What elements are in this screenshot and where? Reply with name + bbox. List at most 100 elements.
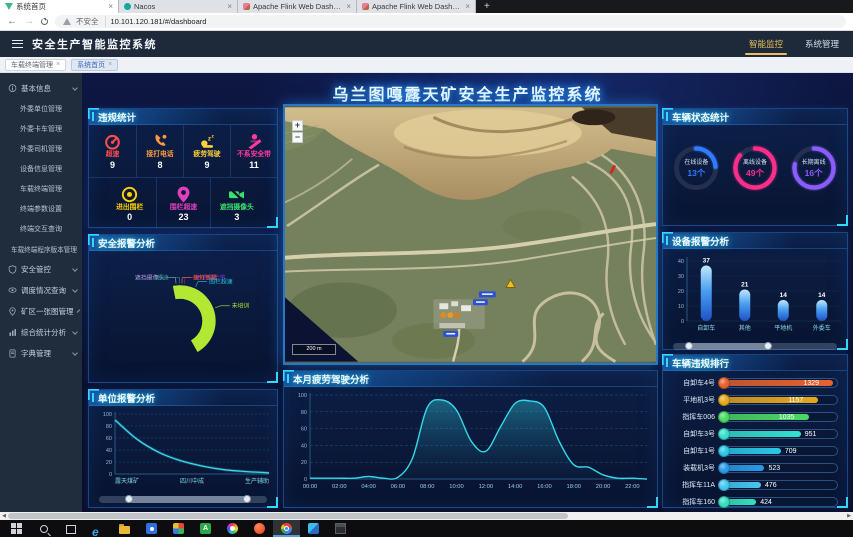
violation-value: 11 bbox=[249, 160, 259, 170]
header-menu-item[interactable]: 系统管理 bbox=[803, 32, 841, 56]
tab-close-icon[interactable]: × bbox=[56, 61, 60, 68]
flink-favicon bbox=[362, 3, 369, 10]
taskbar-search-button[interactable] bbox=[30, 520, 57, 537]
taskbar-ie-button[interactable] bbox=[84, 520, 111, 537]
browser-tab[interactable]: 系统首页× bbox=[0, 0, 119, 13]
violation-label: 不系安全带 bbox=[237, 151, 271, 159]
ranking-row: 装载机3号523 bbox=[663, 459, 847, 476]
tab-close-icon[interactable]: × bbox=[227, 2, 232, 11]
violation-value: 8 bbox=[157, 160, 162, 170]
sidebar-item-外委司机管理[interactable]: 外委司机管理 bbox=[0, 139, 82, 159]
sidebar-section-调度情况查询[interactable]: 调度情况查询 bbox=[0, 280, 82, 301]
sidebar-section-字典管理[interactable]: 字典管理 bbox=[0, 343, 82, 364]
ranking-row: 自卸车4号1329 bbox=[663, 374, 847, 391]
svg-text:露天煤矿: 露天煤矿 bbox=[115, 477, 139, 485]
ranking-bar-dot bbox=[718, 479, 730, 491]
svg-text:02:00: 02:00 bbox=[332, 484, 347, 490]
browser-tabstrip: 系统首页×Nacos×Apache Flink Web Dashboard×Ap… bbox=[0, 0, 853, 13]
dashboard: 乌兰图嘎露天矿安全生产监控系统 违规统计 超速9接打电话8zz疲劳驾驶9不系安全… bbox=[82, 73, 853, 512]
sidebar-section-矿区一张图管理[interactable]: 矿区一张图管理 bbox=[0, 301, 82, 322]
taskbar-app-pinwheel-button[interactable] bbox=[165, 520, 192, 537]
violation-label: 进出围栏 bbox=[116, 204, 143, 212]
taskbar-terminal-button[interactable] bbox=[327, 520, 354, 537]
workspace-tab-label: 车载终端管理 bbox=[11, 60, 53, 70]
unit-datazoom-slider[interactable] bbox=[99, 496, 267, 503]
safety-donut-chart: 遮挡摄像头不系安全带超速接打手机疲劳驾驶围栏超速未培训 bbox=[89, 251, 277, 387]
scrollbar-thumb[interactable] bbox=[8, 513, 568, 519]
dashboard-title: 乌兰图嘎露天矿安全生产监控系统 bbox=[82, 81, 853, 105]
ranking-bar-dot bbox=[718, 411, 730, 423]
taskbar-app-vs-button[interactable] bbox=[300, 520, 327, 537]
violation-stat-疲劳驾驶: zz疲劳驾驶9 bbox=[183, 125, 230, 177]
reload-button[interactable] bbox=[41, 18, 48, 25]
header-menu-item[interactable]: 智能监控 bbox=[747, 32, 785, 56]
map-zoom-out-button[interactable]: − bbox=[292, 132, 303, 143]
taskbar-task-view-button[interactable] bbox=[57, 520, 84, 537]
taskbar-app-blue-button[interactable] bbox=[138, 520, 165, 537]
datazoom-handle[interactable] bbox=[243, 495, 251, 503]
svg-text:12:00: 12:00 bbox=[479, 484, 494, 490]
forward-button[interactable]: → bbox=[24, 17, 34, 27]
browser-tab[interactable]: Apache Flink Web Dashboard× bbox=[357, 0, 476, 13]
sidebar-section-基本信息[interactable]: 基本信息 bbox=[0, 78, 82, 99]
datazoom-handle[interactable] bbox=[764, 342, 772, 350]
browser-tabstrip-tabs: 系统首页×Nacos×Apache Flink Web Dashboard×Ap… bbox=[0, 0, 476, 13]
taskbar-app-photos-button[interactable] bbox=[219, 520, 246, 537]
taskbar-app-red-button[interactable] bbox=[246, 520, 273, 537]
hamburger-menu-icon[interactable] bbox=[12, 40, 23, 48]
ranking-bar-dot bbox=[718, 394, 730, 406]
ranking-bar-fill bbox=[720, 397, 818, 403]
sidebar-item-外委单位管理[interactable]: 外委单位管理 bbox=[0, 99, 82, 119]
security-label[interactable]: 不安全 bbox=[76, 16, 106, 27]
svg-text:100: 100 bbox=[103, 412, 112, 418]
panel-safety-title: 安全报警分析 bbox=[89, 235, 277, 251]
taskbar-app-green-button[interactable] bbox=[192, 520, 219, 537]
sidebar-section-安全管控[interactable]: 安全管控 bbox=[0, 259, 82, 280]
tab-close-icon[interactable]: × bbox=[346, 2, 351, 11]
sidebar-item-终端参数设置[interactable]: 终端参数设置 bbox=[0, 199, 82, 219]
svg-text:30: 30 bbox=[678, 274, 684, 280]
taskbar-start-button[interactable] bbox=[3, 520, 30, 537]
app-pinwheel-icon bbox=[173, 523, 184, 534]
taskbar-explorer-button[interactable] bbox=[111, 520, 138, 537]
scroll-left-arrow[interactable]: ◀ bbox=[0, 512, 8, 520]
taskbar-chrome-button[interactable] bbox=[273, 520, 300, 537]
browser-tab[interactable]: Nacos× bbox=[119, 0, 238, 13]
status-label: 离线设备 bbox=[743, 157, 767, 166]
ranking-bar-track: 1329 bbox=[719, 378, 838, 388]
sidebar-item-外委卡车管理[interactable]: 外委卡车管理 bbox=[0, 119, 82, 139]
sidebar-section-综合统计分析[interactable]: 综合统计分析 bbox=[0, 322, 82, 343]
workspace-tab[interactable]: 车载终端管理× bbox=[5, 59, 66, 71]
chevron-down-icon bbox=[72, 329, 78, 335]
tab-close-icon[interactable]: × bbox=[465, 2, 470, 11]
map-zoom-in-button[interactable]: + bbox=[292, 120, 303, 131]
new-tab-button[interactable]: + bbox=[476, 0, 498, 13]
status-ring-离线设备: 离线设备49个 bbox=[728, 141, 782, 195]
tab-close-icon[interactable]: × bbox=[108, 2, 113, 11]
sidebar-item-车载终端程序版本管理[interactable]: 车载终端程序版本管理 bbox=[0, 239, 82, 259]
sidebar-item-终端交互查询[interactable]: 终端交互查询 bbox=[0, 219, 82, 239]
workspace-tab[interactable]: 系统首页× bbox=[71, 59, 118, 71]
svg-text:20: 20 bbox=[106, 460, 112, 466]
svg-text:60: 60 bbox=[106, 436, 112, 442]
violation-label: 接打电话 bbox=[146, 151, 173, 159]
ranking-vehicle-name: 指挥车11A bbox=[668, 480, 715, 490]
status-ring-长期离线: 长期离线16个 bbox=[787, 141, 841, 195]
sidebar-item-设备信息管理[interactable]: 设备信息管理 bbox=[0, 159, 82, 179]
device-datazoom-slider[interactable] bbox=[673, 343, 837, 350]
ranking-value: 424 bbox=[760, 498, 772, 507]
status-value: 49个 bbox=[746, 167, 764, 179]
status-ring-text: 长期离线16个 bbox=[787, 141, 841, 195]
browser-tab[interactable]: Apache Flink Web Dashboard× bbox=[238, 0, 357, 13]
fatigue-icon: zz bbox=[198, 132, 217, 151]
mine-map[interactable]: + − 200 m bbox=[283, 104, 658, 365]
url-field[interactable]: 不安全 10.101.120.181/#/dashboard bbox=[55, 15, 846, 28]
horizontal-scrollbar[interactable]: ◀ ▶ bbox=[0, 512, 853, 520]
datazoom-range[interactable] bbox=[689, 343, 768, 350]
scroll-right-arrow[interactable]: ▶ bbox=[845, 512, 853, 520]
back-button[interactable]: ← bbox=[7, 17, 17, 27]
datazoom-range[interactable] bbox=[129, 496, 247, 503]
tab-close-icon[interactable]: × bbox=[108, 61, 112, 68]
svg-text:自卸车: 自卸车 bbox=[697, 324, 715, 332]
sidebar-item-车载终端管理[interactable]: 车载终端管理 bbox=[0, 179, 82, 199]
